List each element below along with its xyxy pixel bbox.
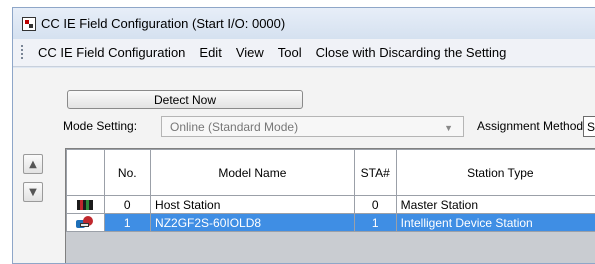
cell-station-type: Master Station xyxy=(395,195,595,214)
up-arrow-icon: ▲ xyxy=(29,158,37,170)
window-title: CC IE Field Configuration (Start I/O: 00… xyxy=(41,16,286,31)
table-row[interactable]: 0 Host Station 0 Master Station xyxy=(66,195,595,214)
mode-setting-select[interactable]: Online (Standard Mode) ▼ xyxy=(161,116,464,137)
app-icon xyxy=(22,16,36,31)
menu-cc-ie-field-configuration[interactable]: CC IE Field Configuration xyxy=(31,45,192,60)
chevron-down-icon: ▼ xyxy=(444,123,453,133)
cell-sta: 1 xyxy=(353,213,397,232)
title-bar: CC IE Field Configuration (Start I/O: 00… xyxy=(13,8,595,39)
content-area: Detect Now Mode Setting: Online (Standar… xyxy=(13,68,595,263)
move-down-button[interactable]: ▼ xyxy=(23,182,43,202)
cell-no: 1 xyxy=(103,213,152,232)
down-arrow-icon: ▼ xyxy=(29,186,37,198)
menu-tool[interactable]: Tool xyxy=(271,45,309,60)
header-sta[interactable]: STA# xyxy=(353,149,397,196)
cell-model-name: NZ2GF2S-60IOLD8 xyxy=(150,213,355,232)
header-icon xyxy=(66,149,105,196)
menu-close-discard[interactable]: Close with Discarding the Setting xyxy=(309,45,514,60)
table-row-selected[interactable]: 1 NZ2GF2S-60IOLD8 1 Intelligent Device S… xyxy=(66,213,595,232)
menu-grip xyxy=(21,44,23,61)
menu-view[interactable]: View xyxy=(229,45,271,60)
host-station-icon xyxy=(77,200,94,211)
row-icon-cell xyxy=(66,213,105,232)
menu-edit[interactable]: Edit xyxy=(192,45,228,60)
detect-now-button[interactable]: Detect Now xyxy=(67,90,303,109)
mode-setting-label: Mode Setting: xyxy=(63,119,138,133)
intelligent-device-icon xyxy=(76,215,94,230)
header-no[interactable]: No. xyxy=(103,149,152,196)
cell-sta: 0 xyxy=(353,195,397,214)
cell-model-name: Host Station xyxy=(150,195,355,214)
header-model-name[interactable]: Model Name xyxy=(150,149,355,196)
cell-station-type: Intelligent Device Station xyxy=(395,213,595,232)
menu-bar: CC IE Field Configuration Edit View Tool… xyxy=(13,39,595,67)
station-grid: No. Model Name STA# Station Type 0 Host … xyxy=(65,148,595,263)
assignment-method-select[interactable]: Sta xyxy=(583,116,595,137)
config-window: CC IE Field Configuration (Start I/O: 00… xyxy=(12,7,595,264)
move-up-button[interactable]: ▲ xyxy=(23,154,43,174)
assignment-method-label: Assignment Method: xyxy=(477,119,587,133)
station-table: No. Model Name STA# Station Type 0 Host … xyxy=(66,149,595,232)
table-header-row: No. Model Name STA# Station Type xyxy=(66,149,595,196)
header-station-type[interactable]: Station Type xyxy=(395,149,595,196)
cell-no: 0 xyxy=(103,195,152,214)
row-icon-cell xyxy=(66,195,105,214)
mode-setting-value: Online (Standard Mode) xyxy=(170,119,299,134)
